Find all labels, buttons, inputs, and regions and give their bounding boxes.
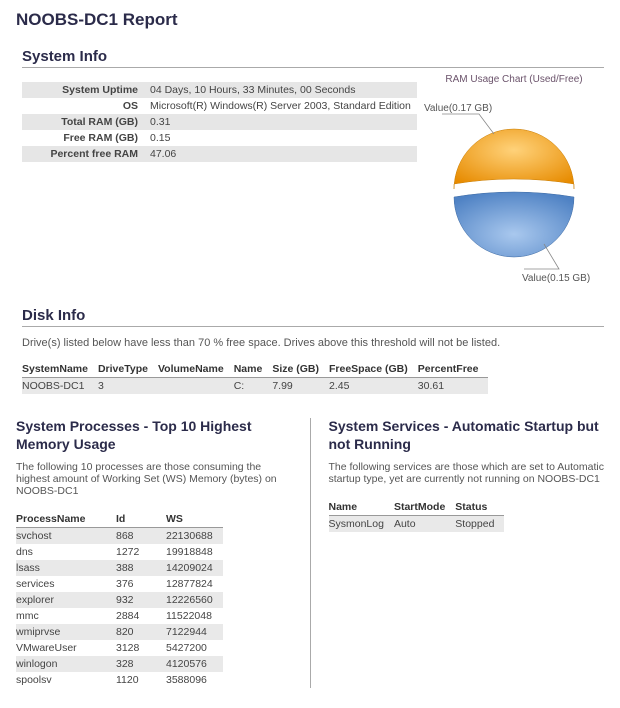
- table-row: wmiprvse8207122944: [16, 624, 223, 640]
- chart-label-free: Value(0.15 GB): [522, 273, 590, 284]
- table-row: System Uptime04 Days, 10 Hours, 33 Minut…: [22, 82, 417, 98]
- table-row: dns127219918848: [16, 544, 223, 560]
- disk-info-section: Disk Info Drive(s) listed below have les…: [22, 307, 604, 394]
- services-table: Name StartMode Status SysmonLog Auto Sto…: [329, 499, 505, 532]
- table-row: NOOBS-DC1 3 C: 7.99 2.45 30.61: [22, 378, 488, 395]
- system-info-heading: System Info: [22, 48, 604, 68]
- processes-desc: The following 10 processes are those con…: [16, 461, 292, 497]
- processes-table: ProcessName Id WS svchost86822130688 dns…: [16, 511, 223, 688]
- table-row: explorer93212226560: [16, 592, 223, 608]
- services-section: System Services - Automatic Startup but …: [311, 418, 605, 688]
- chart-label-used: Value(0.17 GB): [424, 103, 492, 114]
- table-row: spoolsv11203588096: [16, 672, 223, 688]
- ram-usage-chart: RAM Usage Chart (Used/Free) Value(0.17 G…: [424, 72, 604, 289]
- table-row: SysmonLog Auto Stopped: [329, 516, 505, 533]
- pie-chart-icon: Value(0.17 GB) Value(0.15 GB): [424, 89, 604, 289]
- table-row: mmc288411522048: [16, 608, 223, 624]
- table-row: Total RAM (GB)0.31: [22, 114, 417, 130]
- system-info-table: System Uptime04 Days, 10 Hours, 33 Minut…: [22, 82, 417, 162]
- disk-info-heading: Disk Info: [22, 307, 604, 327]
- services-desc: The following services are those which a…: [329, 461, 605, 485]
- processes-section: System Processes - Top 10 Highest Memory…: [16, 418, 311, 688]
- table-row: services37612877824: [16, 576, 223, 592]
- table-row: Free RAM (GB)0.15: [22, 130, 417, 146]
- disk-table: SystemName DriveType VolumeName Name Siz…: [22, 361, 488, 394]
- table-row: OSMicrosoft(R) Windows(R) Server 2003, S…: [22, 98, 417, 114]
- processes-heading: System Processes - Top 10 Highest Memory…: [16, 418, 292, 453]
- table-row: Percent free RAM47.06: [22, 146, 417, 162]
- table-row: VMwareUser31285427200: [16, 640, 223, 656]
- services-heading: System Services - Automatic Startup but …: [329, 418, 605, 453]
- disk-info-note: Drive(s) listed below have less than 70 …: [22, 337, 604, 349]
- table-row: svchost86822130688: [16, 528, 223, 545]
- table-row: lsass38814209024: [16, 560, 223, 576]
- page-title: NOOBS-DC1 Report: [16, 10, 604, 30]
- system-info-section: System Info System Uptime04 Days, 10 Hou…: [22, 48, 604, 289]
- chart-title: RAM Usage Chart (Used/Free): [424, 74, 604, 85]
- table-row: winlogon3284120576: [16, 656, 223, 672]
